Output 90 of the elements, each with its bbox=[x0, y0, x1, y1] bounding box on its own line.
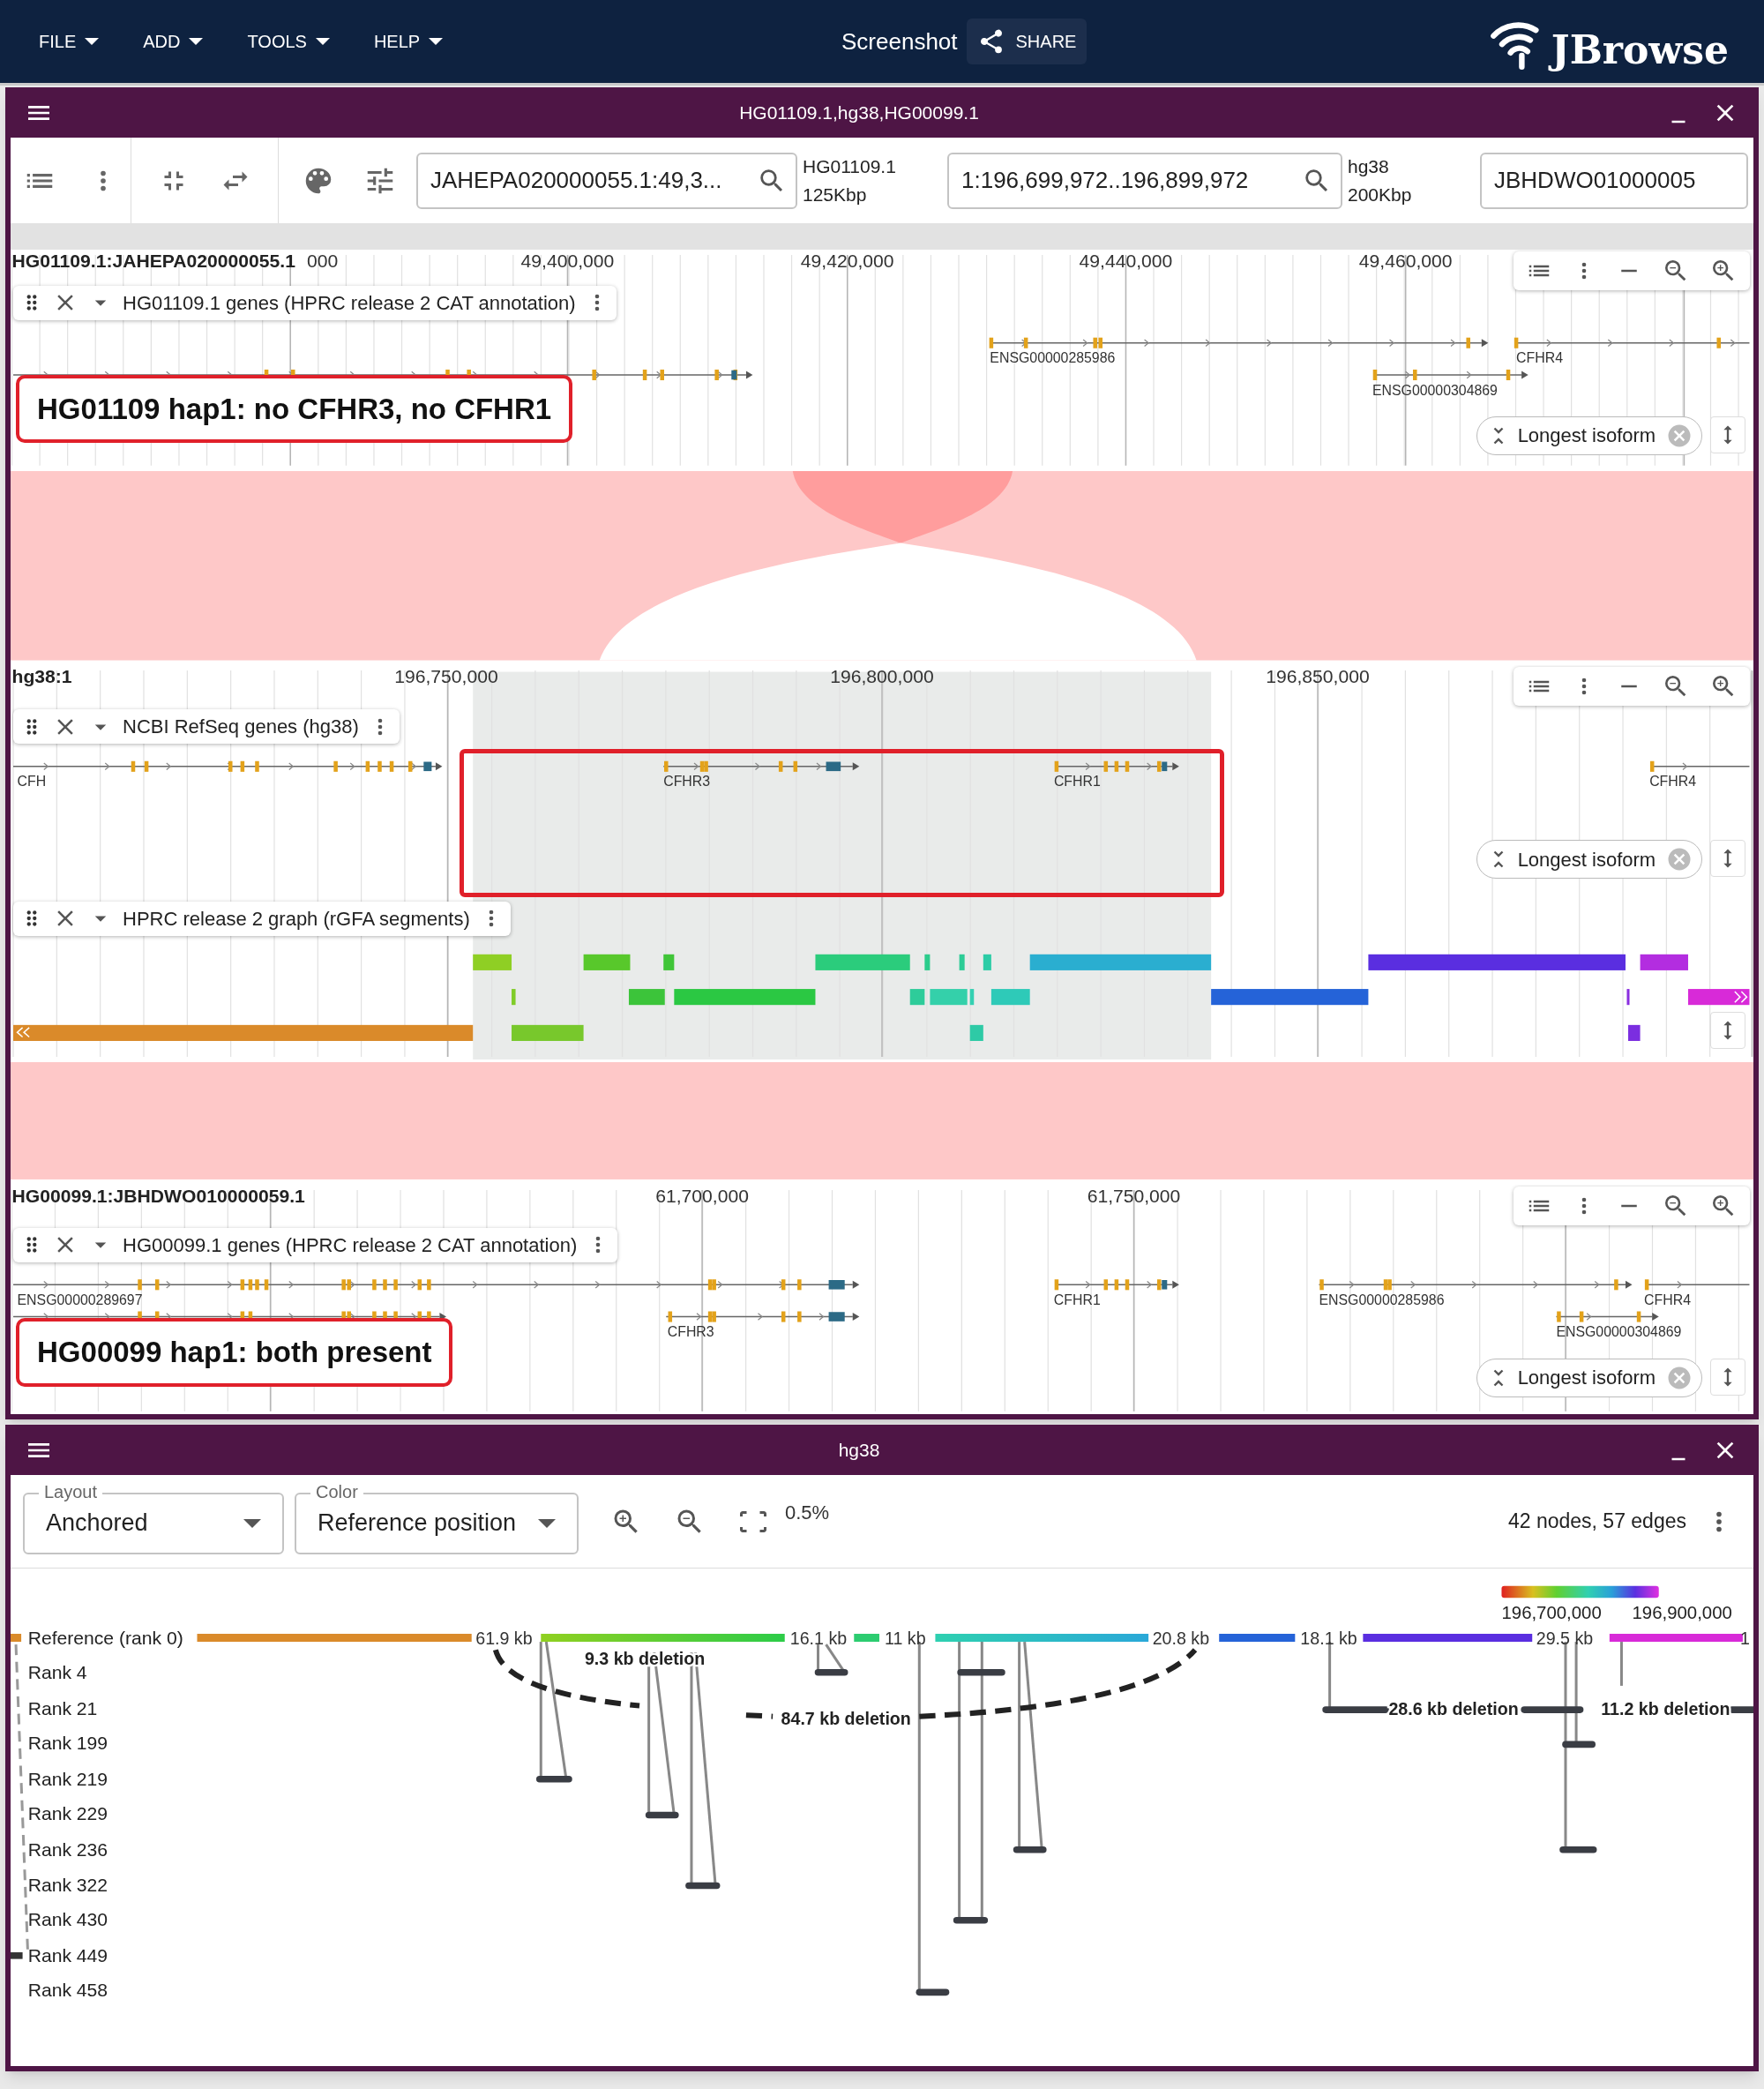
deletion-label: 11.2 kb deletion bbox=[1601, 1699, 1730, 1719]
resize-button[interactable] bbox=[1710, 1358, 1746, 1396]
path-label: Rank 458 bbox=[27, 1980, 108, 2001]
ruler-label: 196,800,000 bbox=[830, 665, 934, 686]
annotation-callout: HG01109 hap1: no CFHR3, no CFHR1 bbox=[16, 375, 573, 444]
graph-stats: 42 nodes, 57 edges bbox=[1507, 1509, 1686, 1535]
ruler-label: 49,440,000 bbox=[1079, 250, 1173, 271]
ruler-label: 000 bbox=[306, 250, 339, 271]
track-title: HG01109.1 genes (HPRC release 2 CAT annotation) bbox=[123, 290, 576, 316]
legend-label: 196,700,000 bbox=[1501, 1603, 1602, 1623]
deletion-label: 28.6 kb deletion bbox=[1388, 1699, 1519, 1719]
track-title: NCBI RefSeq genes (hg38) bbox=[123, 715, 359, 740]
gene-label: ENSG00000285986 bbox=[990, 350, 1116, 366]
caret-icon bbox=[429, 38, 444, 45]
gene-label: ENSG00000304869 bbox=[1556, 1324, 1682, 1340]
path-label: Rank 4 bbox=[27, 1662, 87, 1683]
session-title: Screenshot bbox=[841, 26, 958, 56]
select-value: Reference position bbox=[318, 1509, 518, 1539]
menu-button[interactable]: HELP bbox=[361, 21, 456, 62]
gene-label: ENSG00000304869 bbox=[1372, 382, 1498, 398]
segment-length-label: 29.5 kb bbox=[1536, 1629, 1594, 1649]
path-label: Rank 21 bbox=[27, 1698, 98, 1719]
deletion-label: 9.3 kb deletion bbox=[584, 1648, 706, 1668]
gene-label: CFH bbox=[17, 774, 47, 790]
path-segment bbox=[11, 1634, 22, 1643]
location-search-field[interactable]: JBHDWO01000005 bbox=[1480, 152, 1748, 209]
region-label: HG01109.1:JAHEPA020000055.1 bbox=[11, 250, 295, 271]
gene-label: ENSG00000289697 bbox=[17, 1292, 143, 1308]
ruler-label: 196,850,000 bbox=[1266, 665, 1370, 686]
segment-length-label: 16.1 kb bbox=[789, 1629, 848, 1649]
segment-length-label: 18.1 kb bbox=[1300, 1629, 1357, 1649]
window-title: hg38 bbox=[837, 1438, 881, 1462]
gene-label: CFHR4 bbox=[1649, 774, 1697, 790]
deletion-label: 84.7 kb deletion bbox=[781, 1708, 911, 1728]
menu-button[interactable]: ADD bbox=[131, 21, 216, 62]
ruler-label: 49,460,000 bbox=[1358, 250, 1453, 271]
ruler-label: 61,750,000 bbox=[1087, 1186, 1181, 1207]
menu-button[interactable]: TOOLS bbox=[235, 21, 342, 62]
ruler-label: 49,420,000 bbox=[800, 250, 894, 271]
segment-length-label: 1 bbox=[1739, 1629, 1750, 1649]
caret-icon bbox=[243, 1518, 261, 1528]
path-segment bbox=[854, 1634, 879, 1643]
gene-label: CFHR3 bbox=[663, 774, 711, 790]
gene-label: CFHR3 bbox=[667, 1324, 714, 1340]
legend-label: 196,900,000 bbox=[1632, 1603, 1732, 1623]
assembly-name: HG01109.1 bbox=[803, 154, 897, 178]
region-span: 125Kbp bbox=[803, 183, 868, 206]
ruler-label: 196,750,000 bbox=[394, 665, 498, 686]
segment-length-label: 11 kb bbox=[885, 1629, 926, 1649]
ruler-label: 61,700,000 bbox=[655, 1186, 749, 1207]
path-label: Rank 219 bbox=[27, 1769, 108, 1790]
path-label: Rank 229 bbox=[27, 1803, 108, 1824]
path-label: Rank 199 bbox=[27, 1733, 108, 1754]
gene-label: CFHR4 bbox=[1644, 1292, 1691, 1308]
region-span: 200Kbp bbox=[1348, 183, 1413, 206]
path-label: Rank 430 bbox=[27, 1909, 108, 1930]
filter-chip[interactable]: Longest isoform bbox=[1476, 1358, 1702, 1397]
path-label: Rank 322 bbox=[27, 1874, 108, 1895]
region-label: hg38:1 bbox=[11, 665, 72, 686]
location-search-field[interactable]: JAHEPA020000055.1:49,3... bbox=[416, 152, 797, 209]
gene-label: CFHR1 bbox=[1053, 774, 1101, 790]
caret-icon bbox=[189, 38, 204, 45]
gene-label: CFHR1 bbox=[1053, 1292, 1101, 1308]
resize-button[interactable] bbox=[1710, 840, 1746, 878]
select-value: Anchored bbox=[46, 1509, 149, 1539]
share-button[interactable]: SHARE bbox=[966, 19, 1088, 64]
annotation-callout: HG00099 hap1: both present bbox=[16, 1318, 453, 1387]
gene-label: CFHR4 bbox=[1516, 350, 1563, 366]
track-title: HPRC release 2 graph (rGFA segments) bbox=[123, 906, 470, 932]
track-title: HG00099.1 genes (HPRC release 2 CAT annotation) bbox=[123, 1232, 578, 1258]
caret-icon bbox=[315, 38, 330, 45]
filter-chip[interactable]: Longest isoform bbox=[1476, 416, 1702, 455]
menu-button[interactable]: FILE bbox=[26, 21, 112, 62]
segment-length-label: 20.8 kb bbox=[1152, 1629, 1210, 1649]
resize-button[interactable] bbox=[1710, 416, 1746, 453]
resize-button[interactable] bbox=[1710, 1012, 1746, 1049]
region-label: HG00099.1:JBHDWO010000059.1 bbox=[11, 1186, 305, 1207]
path-label: Rank 449 bbox=[27, 1944, 108, 1965]
ruler-label: 49,400,000 bbox=[520, 250, 615, 271]
zoom-level: 0.5% bbox=[785, 1501, 830, 1526]
caret-icon bbox=[538, 1518, 556, 1528]
segment-length-label: 61.9 kb bbox=[475, 1629, 533, 1649]
gene-label: ENSG00000285986 bbox=[1319, 1292, 1445, 1308]
window-title: HG01109.1,hg38,HG00099.1 bbox=[738, 101, 980, 124]
caret-icon bbox=[85, 38, 100, 45]
path-label: Reference (rank 0) bbox=[27, 1628, 183, 1649]
path-label: Rank 236 bbox=[27, 1839, 108, 1861]
location-search-field[interactable]: 1:196,699,972..196,899,972 bbox=[947, 152, 1342, 209]
filter-chip[interactable]: Longest isoform bbox=[1476, 840, 1702, 880]
assembly-name: hg38 bbox=[1348, 154, 1390, 178]
